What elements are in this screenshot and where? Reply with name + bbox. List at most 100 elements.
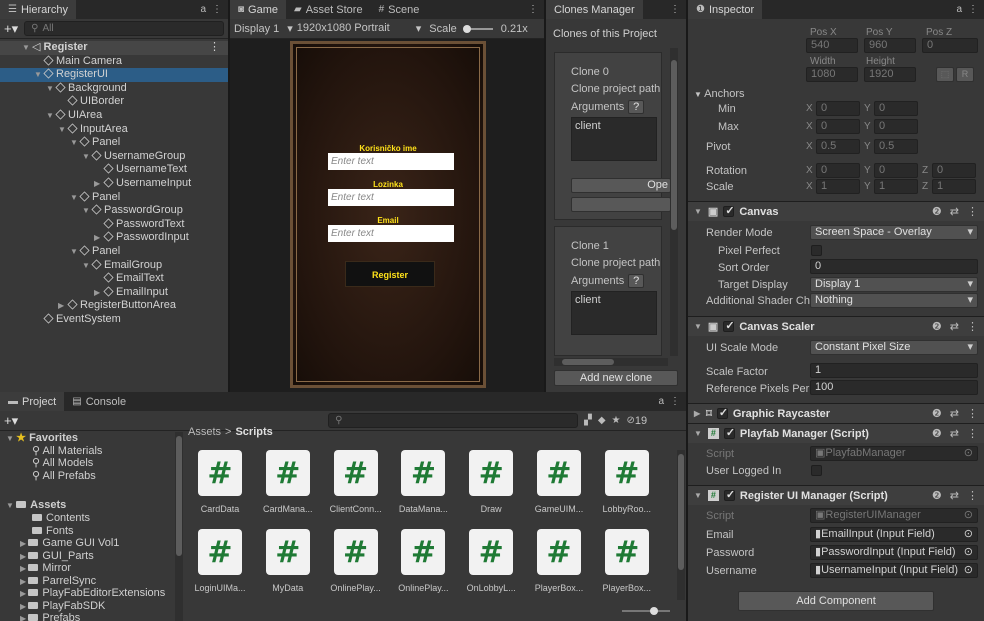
canvas-scaler-enabled-checkbox[interactable] — [723, 319, 735, 332]
scale-slider[interactable] — [462, 24, 493, 33]
render-mode-dropdown[interactable]: Screen Space - Overlay — [810, 225, 978, 240]
hierarchy-item[interactable]: ▼ RegisterUI — [0, 68, 228, 82]
username-input[interactable]: Enter text — [328, 153, 454, 170]
asset-grid-scroll-thumb[interactable] — [678, 454, 684, 570]
playfab-manager-enabled-checkbox[interactable] — [723, 426, 735, 439]
ui-scale-mode-dropdown[interactable]: Constant Pixel Size — [810, 340, 978, 355]
settings-icon[interactable]: ⇄ — [950, 489, 959, 502]
asset-folder-item[interactable]: ▶ PlayFabSDK — [0, 600, 174, 613]
script-asset[interactable]: # OnlinePlay... — [395, 529, 451, 593]
clones-scroll-thumb[interactable] — [671, 60, 677, 230]
clones-hscroll-thumb[interactable] — [562, 359, 614, 365]
asset-grid-scrollbar[interactable] — [677, 450, 685, 600]
hierarchy-item[interactable]: UIBorder — [0, 95, 228, 109]
foldout-arrow-icon[interactable]: ▼ — [6, 501, 16, 510]
foldout-arrow-icon[interactable]: ▼ — [22, 41, 32, 55]
foldout-arrow-icon[interactable]: ▶ — [20, 614, 28, 621]
additional-shader-dropdown[interactable]: Nothing — [810, 293, 978, 308]
kebab-menu-icon[interactable]: ⋮ — [209, 41, 220, 55]
foldout-arrow-icon[interactable]: ▶ — [20, 552, 28, 561]
tab-hierarchy[interactable]: ☰ Hierarchy — [0, 0, 77, 19]
asset-folder-item[interactable]: ▶ Prefabs — [0, 612, 174, 621]
foldout-arrow-icon[interactable]: ▼ — [82, 204, 92, 218]
script-asset[interactable]: # ClientConn... — [328, 450, 384, 514]
foldout-arrow-icon[interactable]: ▶ — [20, 589, 28, 598]
hierarchy-item[interactable]: ▼ Background — [0, 82, 228, 96]
project-tree-scrollbar[interactable] — [175, 432, 183, 621]
register-ui-manager-enabled-checkbox[interactable] — [723, 488, 735, 501]
hierarchy-item[interactable]: EmailText — [0, 272, 228, 286]
graphic-raycaster-enabled-checkbox[interactable] — [716, 406, 728, 419]
add-icon[interactable]: +▾ — [4, 413, 18, 429]
settings-icon[interactable]: ⇄ — [950, 407, 959, 420]
hierarchy-item[interactable]: UsernameText — [0, 163, 228, 177]
register-button[interactable]: Register — [345, 261, 435, 287]
hierarchy-item[interactable]: ▼ InputArea — [0, 123, 228, 137]
hierarchy-item[interactable]: EventSystem — [0, 313, 228, 327]
foldout-arrow-icon[interactable]: ▶ — [20, 577, 28, 586]
foldout-arrow-icon[interactable]: ▼ — [6, 434, 16, 443]
script-asset[interactable]: # CardMana... — [260, 450, 316, 514]
display-dropdown[interactable]: Display 1 — [234, 23, 279, 35]
foldout-arrow-icon[interactable]: ▼ — [70, 136, 80, 150]
reference-pixels-field[interactable]: 100 — [810, 380, 978, 395]
favorites-header[interactable]: ▼ ★ Favorites — [0, 432, 174, 445]
asset-folder-item[interactable]: ▶ PlayFabEditorExtensions — [0, 587, 174, 600]
script-asset[interactable]: # PlayerBox... — [531, 529, 587, 593]
clone-0-help-button[interactable]: ? — [628, 100, 645, 114]
script-asset[interactable]: # LoginUIMa... — [192, 529, 248, 593]
anchors-foldout[interactable]: ▼ Anchors — [694, 88, 745, 100]
kebab-menu-icon[interactable]: ⋮ — [967, 407, 978, 420]
register-ui-manager-header[interactable]: ▼ # Register UI Manager (Script) ❷ ⇄ ⋮ — [688, 485, 984, 505]
script-asset[interactable]: # OnlinePlay... — [328, 529, 384, 593]
add-component-button[interactable]: Add Component — [738, 591, 934, 611]
add-new-clone-button[interactable]: Add new clone — [554, 370, 678, 386]
password-input[interactable]: Enter text — [328, 189, 454, 206]
project-search-input[interactable]: ⚲ — [328, 413, 579, 428]
tab-console[interactable]: ▤ Console — [64, 392, 134, 411]
kebab-menu-icon[interactable]: ⋮ — [212, 4, 222, 15]
foldout-arrow-icon[interactable]: ▶ — [58, 299, 68, 313]
project-tree-scroll-thumb[interactable] — [176, 436, 182, 556]
foldout-arrow-icon[interactable]: ▼ — [58, 123, 68, 137]
resolution-dropdown[interactable]: ▾ 1920x1080 Portrait ▾ — [287, 22, 421, 35]
script-asset[interactable]: # GameUIM... — [531, 450, 587, 514]
kebab-menu-icon[interactable]: ⋮ — [670, 396, 680, 407]
help-icon[interactable]: ❷ — [932, 205, 942, 218]
canvas-component-header[interactable]: ▼ ▣ Canvas ❷ ⇄ ⋮ — [688, 201, 984, 221]
scale-slider-thumb[interactable] — [462, 24, 471, 33]
favorite-item[interactable]: ⚲ All Prefabs — [0, 470, 174, 483]
favorite-star-icon[interactable]: ★ — [612, 415, 621, 426]
canvas-enabled-checkbox[interactable] — [723, 204, 735, 217]
kebab-menu-icon[interactable]: ⋮ — [967, 427, 978, 440]
foldout-arrow-icon[interactable]: ▼ — [82, 150, 92, 164]
lock-icon[interactable]: a — [200, 4, 206, 15]
asset-folder-item[interactable]: Fonts — [0, 525, 174, 538]
pixel-perfect-checkbox[interactable] — [811, 245, 822, 256]
foldout-arrow-icon[interactable]: ▶ — [94, 231, 104, 245]
foldout-arrow-icon[interactable]: ▶ — [20, 564, 28, 573]
tab-game[interactable]: ◙ Game — [230, 0, 287, 19]
hierarchy-item[interactable]: ▼ UIArea — [0, 109, 228, 123]
hierarchy-item[interactable]: Main Camera — [0, 55, 228, 69]
script-asset[interactable]: # PlayerBox... — [599, 529, 655, 593]
hidden-packages-icon[interactable]: ⊘ — [627, 415, 635, 426]
foldout-arrow-icon[interactable]: ▶ — [20, 602, 28, 611]
breadcrumb-scripts[interactable]: Scripts — [235, 426, 272, 438]
hierarchy-search-input[interactable]: ⚲ All — [24, 21, 224, 36]
settings-icon[interactable]: ⇄ — [950, 205, 959, 218]
hierarchy-item[interactable]: ▶ PasswordInput — [0, 231, 228, 245]
foldout-arrow-icon[interactable]: ▶ — [94, 177, 104, 191]
tab-asset-store[interactable]: ▰ Asset Store — [286, 0, 371, 19]
assets-header[interactable]: ▼ Assets — [0, 499, 174, 512]
breadcrumb-assets[interactable]: Assets — [188, 426, 221, 438]
script-asset[interactable]: # LobbyRoo... — [599, 450, 655, 514]
email-reference-field[interactable]: ▮EmailInput (Input Field) ⊙ — [810, 527, 978, 542]
clone-1-arguments-field[interactable]: client — [571, 291, 657, 335]
script-asset[interactable]: # OnLobbyL... — [463, 529, 519, 593]
icon-size-slider-thumb[interactable] — [650, 607, 658, 615]
foldout-arrow-icon[interactable]: ▼ — [34, 68, 44, 82]
script-asset[interactable]: # Draw — [463, 450, 519, 514]
hierarchy-item[interactable]: ▶ RegisterButtonArea — [0, 299, 228, 313]
hierarchy-item[interactable]: ▼ UsernameGroup — [0, 150, 228, 164]
